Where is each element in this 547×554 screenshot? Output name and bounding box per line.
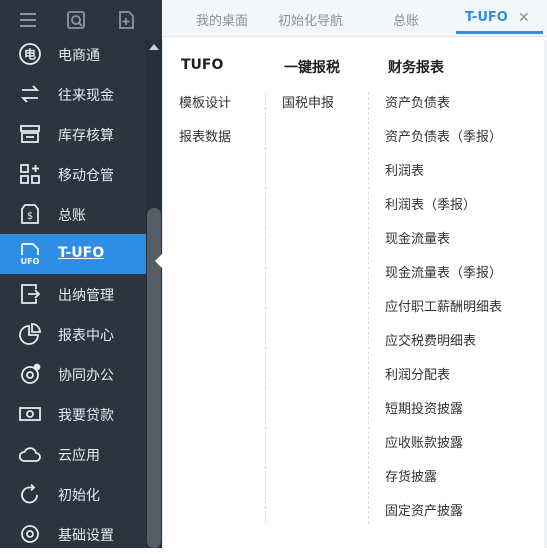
grid-plus-icon [18, 162, 42, 186]
sidebar-item-label: 我要贷款 [58, 408, 114, 424]
settings-icon [18, 522, 42, 546]
sidebar-item-label: 库存核算 [58, 128, 114, 144]
sidebar-item-label: 移动仓管 [58, 168, 114, 184]
menu-item-receivables[interactable]: 应收账款披露 [385, 432, 463, 451]
menu-item-payroll-payable[interactable]: 应付职工薪酬明细表 [385, 296, 502, 315]
sidebar-item-ledger[interactable]: $ 总账 [0, 194, 146, 234]
sidebar-item-label: 初始化 [58, 488, 100, 504]
sidebar-item-initialize[interactable]: 初始化 [0, 474, 146, 514]
sidebar-item-label: 总账 [58, 208, 86, 224]
sidebar-item-label: 协同办公 [58, 368, 114, 384]
sidebar: 电 电商通 往来现金 库存核算 移动仓管 $ 总账 UFO T-UFO 出纳管理… [0, 0, 162, 548]
svg-text:UFO: UFO [21, 257, 40, 266]
sidebar-item-ecommerce[interactable]: 电 电商通 [0, 34, 146, 74]
sidebar-item-loan[interactable]: 我要贷款 [0, 394, 146, 434]
sidebar-item-report-center[interactable]: 报表中心 [0, 314, 146, 354]
sidebar-item-label: 基础设置 [58, 528, 114, 544]
ecommerce-icon: 电 [18, 42, 42, 66]
sidebar-item-label: 往来现金 [58, 88, 114, 104]
menu-item-balance-sheet[interactable]: 资产负债表 [385, 92, 450, 111]
menu-column-title-tufo: TUFO [181, 57, 224, 73]
new-doc-icon[interactable] [116, 10, 136, 30]
menu-item-profit-distribution[interactable]: 利润分配表 [385, 364, 450, 383]
inventory-icon [18, 122, 42, 146]
svg-text:$: $ [27, 211, 33, 222]
menu-pointer-caret [155, 253, 163, 269]
menu-item-inventory-disclosure[interactable]: 存货披露 [385, 466, 437, 485]
menu-column-title-tax: 一键报税 [284, 60, 340, 76]
tab-t-ufo[interactable]: T-UFO [465, 10, 508, 25]
t-ufo-menu-panel: TUFO 一键报税 财务报表 模板设计 报表数据 国税申报 资产负债表 资产负债… [162, 40, 547, 548]
ledger-icon: $ [18, 202, 42, 226]
tab-ledger[interactable]: 总账 [393, 10, 419, 29]
sidebar-item-t-ufo[interactable]: UFO T-UFO [0, 234, 146, 274]
ufo-icon: UFO [18, 242, 42, 266]
menu-divider [368, 92, 369, 524]
menu-item-national-tax[interactable]: 国税申报 [282, 92, 334, 111]
menu-item-report-data[interactable]: 报表数据 [179, 126, 231, 145]
tab-init-nav[interactable]: 初始化导航 [278, 10, 343, 29]
scroll-up-icon[interactable] [149, 44, 159, 50]
active-tab-indicator [456, 31, 543, 34]
pie-chart-icon [18, 322, 42, 346]
menu-divider [265, 92, 266, 524]
loan-icon [18, 402, 42, 426]
menu-item-balance-sheet-quarterly[interactable]: 资产负债表（季报） [385, 126, 502, 145]
sidebar-item-collab[interactable]: 协同办公 [0, 354, 146, 394]
sidebar-item-cash[interactable]: 往来现金 [0, 74, 146, 114]
menu-item-income-statement[interactable]: 利润表 [385, 160, 424, 179]
menu-item-fixed-assets[interactable]: 固定资产披露 [385, 500, 463, 519]
sidebar-item-inventory[interactable]: 库存核算 [0, 114, 146, 154]
collab-icon [18, 362, 42, 386]
svg-text:电: 电 [24, 47, 36, 62]
menu-item-short-term-investment[interactable]: 短期投资披露 [385, 398, 463, 417]
hamburger-menu-icon[interactable] [18, 10, 38, 30]
sidebar-item-label: 电商通 [58, 48, 100, 64]
sidebar-item-cloud-apps[interactable]: 云应用 [0, 434, 146, 474]
sidebar-item-settings[interactable]: 基础设置 [0, 514, 146, 554]
cloud-icon [18, 442, 42, 466]
sidebar-item-label: T-UFO [58, 245, 105, 261]
menu-item-taxes-payable[interactable]: 应交税费明细表 [385, 330, 476, 349]
menu-item-income-statement-quarterly[interactable]: 利润表（季报） [385, 194, 476, 213]
refresh-icon [18, 482, 42, 506]
menu-item-cash-flow-quarterly[interactable]: 现金流量表（季报） [385, 262, 502, 281]
menu-item-cash-flow[interactable]: 现金流量表 [385, 228, 450, 247]
cashier-icon [18, 282, 42, 306]
search-doc-icon[interactable] [66, 10, 86, 30]
sidebar-item-label: 云应用 [58, 448, 100, 464]
sidebar-item-mobile-warehouse[interactable]: 移动仓管 [0, 154, 146, 194]
sidebar-item-label: 报表中心 [58, 328, 114, 344]
tab-my-desktop[interactable]: 我的桌面 [196, 10, 248, 29]
sidebar-item-label: 出纳管理 [58, 288, 114, 304]
exchange-icon [18, 82, 42, 106]
sidebar-item-cashier[interactable]: 出纳管理 [0, 274, 146, 314]
close-icon[interactable]: ✕ [518, 10, 530, 26]
menu-column-title-reports: 财务报表 [388, 60, 444, 76]
menu-item-template-design[interactable]: 模板设计 [179, 92, 231, 111]
